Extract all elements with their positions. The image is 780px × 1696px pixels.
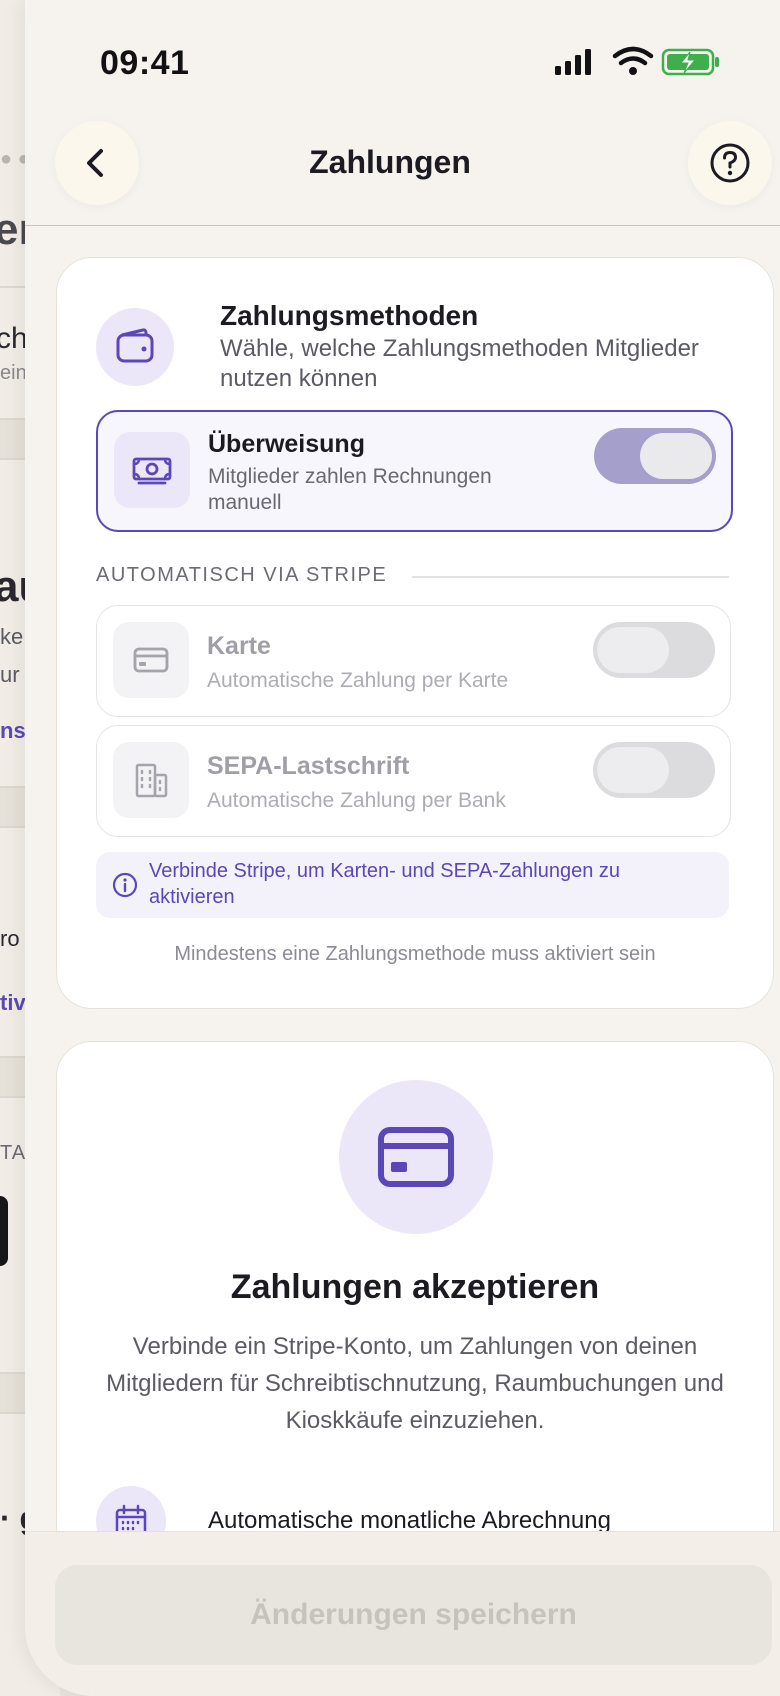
accept-payments-title: Zahlungen akzeptieren — [230, 1268, 600, 1306]
bg-fragment: ro — [0, 926, 20, 951]
sepa-option[interactable]: SEPA-Lastschrift Automatische Zahlung pe… — [96, 725, 731, 837]
toggle-knob — [597, 627, 669, 673]
save-changes-button[interactable]: Änderungen speichern — [55, 1565, 772, 1665]
status-bar: 09:41 — [25, 0, 780, 120]
bank-transfer-option[interactable]: Überweisung Mitglieder zahlen Rechnungen… — [96, 410, 733, 532]
bg-fragment: ch — [0, 322, 28, 355]
credit-card-icon — [113, 622, 189, 698]
sepa-title: SEPA-Lastschrift — [207, 752, 410, 780]
bg-fragment: ke — [0, 624, 24, 649]
card-toggle[interactable] — [593, 622, 715, 678]
section-divider — [412, 576, 729, 578]
signal-wifi-battery-icon — [555, 46, 719, 76]
nav-divider — [25, 225, 780, 226]
card-title: Karte — [207, 632, 271, 660]
toggle-knob — [640, 433, 712, 479]
minimum-method-note: Mindestens eine Zahlungsmethode muss akt… — [174, 943, 656, 965]
payment-methods-card: Zahlungsmethoden Wähle, welche Zahlungsm… — [56, 257, 774, 1009]
bg-fragment: ur — [0, 662, 20, 687]
payment-methods-title: Zahlungsmethoden — [220, 300, 479, 331]
payments-sheet: 09:41 Zahlungen Zahlungsmethoden Wähle, … — [25, 0, 780, 1696]
toggle-knob — [597, 747, 669, 793]
bg-fragment: ein — [0, 362, 27, 384]
help-button[interactable] — [688, 121, 772, 205]
bg-fragment: tiv — [0, 990, 26, 1015]
credit-card-icon — [339, 1080, 493, 1234]
bank-transfer-toggle[interactable] — [594, 428, 716, 484]
info-icon — [112, 872, 138, 898]
page-title: Zahlungen — [309, 144, 471, 180]
banknote-icon — [114, 432, 190, 508]
help-circle-icon — [710, 143, 750, 183]
status-time: 09:41 — [100, 44, 190, 82]
accept-payments-description: Verbinde ein Stripe-Konto, um Zahlungen … — [106, 1333, 724, 1434]
wallet-icon — [96, 308, 174, 386]
bg-fragment: TA — [0, 1142, 27, 1164]
payment-methods-description: Wähle, welche Zahlungsmethoden Mitgliede… — [220, 335, 699, 392]
stripe-info-text: Verbinde Stripe, um Karten- und SEPA-Zah… — [149, 860, 621, 908]
bank-transfer-subtitle: Mitglieder zahlen Rechnungen manuell — [208, 465, 492, 514]
sepa-toggle[interactable] — [593, 742, 715, 798]
card-subtitle: Automatische Zahlung per Karte — [207, 669, 509, 692]
status-icons — [555, 46, 735, 83]
bank-transfer-title: Überweisung — [208, 430, 365, 458]
bg-dark-button — [0, 1196, 8, 1266]
bottom-action-bar: Änderungen speichern — [25, 1531, 780, 1696]
stripe-section-label: AUTOMATISCH VIA STRIPE — [96, 564, 388, 586]
sepa-subtitle: Automatische Zahlung per Bank — [207, 789, 506, 812]
stripe-info-box: Verbinde Stripe, um Karten- und SEPA-Zah… — [96, 852, 729, 918]
building-icon — [113, 742, 189, 818]
card-option[interactable]: Karte Automatische Zahlung per Karte — [96, 605, 731, 717]
